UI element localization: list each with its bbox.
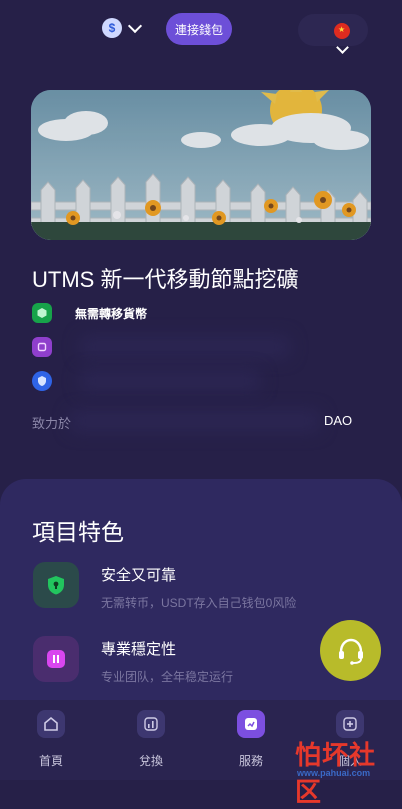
nav-label: 服務 [238, 754, 263, 768]
home-icon [37, 710, 65, 738]
nav-service[interactable]: 服務 [221, 710, 281, 769]
currency-selector[interactable]: $ [102, 18, 143, 38]
chevron-down-icon [127, 18, 143, 34]
hero-feature-row-1: 無需轉移貨幣 [32, 303, 147, 323]
features-title: 項目特色 [32, 519, 124, 545]
dedicate-text: 致力於 [32, 416, 72, 431]
banner-illustration [31, 90, 371, 240]
site-watermark: 怕坏社区 www.pahuai.com [285, 735, 401, 808]
service-icon [237, 710, 265, 738]
nav-label: 首頁 [38, 754, 63, 768]
redacted-text [70, 410, 320, 432]
exchange-icon [137, 710, 165, 738]
pause-chart-icon [33, 636, 79, 682]
feature-desc: 无需转币，USDT存入自己钱包0风险 [101, 596, 297, 610]
hero-feature-row-2 [32, 337, 52, 357]
nav-home[interactable]: 首頁 [21, 710, 81, 769]
redacted-text [80, 336, 290, 358]
dao-text: DAO [324, 413, 353, 428]
purple-chip-icon [32, 337, 52, 357]
feature-desc: 专业团队，全年稳定运行 [101, 670, 234, 684]
nav-exchange[interactable]: 兌換 [121, 710, 181, 769]
top-bar: $ 連接錢包 ★ [0, 0, 402, 62]
nav-label: 兌換 [138, 754, 163, 768]
hero-title: UTMS 新一代移動節點挖礦 [32, 267, 299, 292]
customer-support-button[interactable] [320, 620, 381, 681]
hero-feature-row-3 [32, 371, 52, 391]
watermark-url: www.pahuai.com [297, 768, 371, 778]
blue-shield-icon [32, 371, 52, 391]
shield-lock-icon [33, 562, 79, 608]
personal-icon [336, 710, 364, 738]
china-flag-icon: ★ [334, 23, 350, 39]
hero-feature-label: 無需轉移貨幣 [75, 306, 148, 321]
hero-banner [31, 90, 371, 240]
feature-title: 專業穩定性 [101, 641, 177, 658]
dollar-coin-icon: $ [102, 18, 122, 38]
feature-title: 安全又可靠 [101, 567, 177, 584]
feature-item-security: 安全又可靠 无需转币，USDT存入自己钱包0风险 [33, 562, 373, 622]
language-selector[interactable]: ★ [298, 14, 368, 46]
redacted-text [80, 370, 260, 392]
connect-wallet-button[interactable]: 連接錢包 [166, 13, 232, 45]
headset-icon [338, 638, 363, 665]
green-hex-icon [32, 303, 52, 323]
